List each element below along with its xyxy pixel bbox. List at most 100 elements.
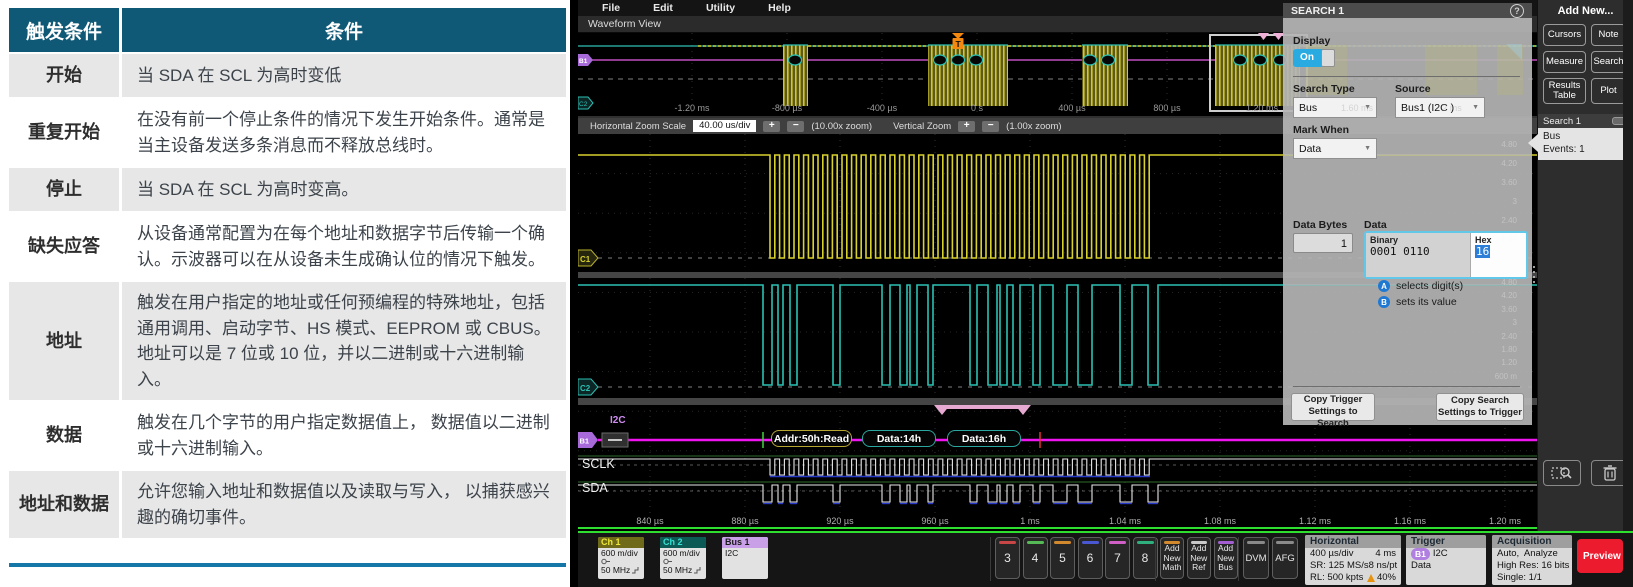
menu-utility[interactable]: Utility <box>706 2 735 14</box>
ghost-scale-label: 1.80 <box>1483 235 1517 244</box>
v-zoom-plus-button[interactable]: + <box>958 121 975 132</box>
add-search-button[interactable]: Search <box>1591 51 1626 73</box>
search1-result-events: Events: 1 <box>1543 143 1628 156</box>
trigger-settings-panel[interactable]: Trigger B1I2C Data <box>1406 535 1486 585</box>
binary-section[interactable]: Binary 0001 0110 <box>1366 233 1470 277</box>
h-zoom-plus-button[interactable]: + <box>763 121 780 132</box>
add-plot-button[interactable]: Plot <box>1591 78 1626 104</box>
search-panel-header[interactable]: SEARCH 1 ? <box>1283 3 1532 18</box>
display-toggle[interactable]: On <box>1293 49 1335 67</box>
condition-cell: 当 SDA 在 SCL 为高时变高。 <box>122 168 566 211</box>
ghost-scale-label: 4.20 <box>1483 291 1517 300</box>
hex-value-field[interactable]: 16 <box>1475 245 1490 258</box>
table-row: 数据触发在几个字节的用户指定数据值上， 数据值以二进制或十六进制输入。 <box>9 402 566 469</box>
i2c-decode-data2: Data:16h <box>947 430 1021 447</box>
chevron-down-icon: ▼ <box>1472 104 1479 111</box>
channel-8-button[interactable]: 8 <box>1133 537 1158 579</box>
svg-text:T: T <box>956 39 962 49</box>
ghost-scale-label: 3.60 <box>1483 178 1517 187</box>
time-axis-label: 840 µs <box>636 516 663 526</box>
table-row: 开始当 SDA 在 SCL 为高时变低 <box>9 54 566 97</box>
add-new-ref-button[interactable]: Add New Ref <box>1187 537 1211 579</box>
channel-7-button[interactable]: 7 <box>1105 537 1130 579</box>
bus1-badge-card[interactable]: Bus 1 I2C <box>722 537 768 579</box>
acquisition-settings-panel[interactable]: Acquisition Auto, Analyze High Res: 16 b… <box>1492 535 1572 585</box>
source-dropdown[interactable]: Bus1 (I2C )▼ <box>1395 97 1485 118</box>
channel-6-button[interactable]: 6 <box>1078 537 1103 579</box>
channel-4-button[interactable]: 4 <box>1023 537 1048 579</box>
trigger-type-cell: 开始 <box>9 54 122 97</box>
copy-trigger-to-search-button[interactable]: Copy Trigger Settings to Search <box>1291 393 1375 421</box>
time-axis-label: 1.12 ms <box>1299 516 1331 526</box>
time-axis-label: 1.16 ms <box>1394 516 1426 526</box>
oscilloscope-app: FileEditUtilityHelp Waveform View TB1C2 … <box>570 0 1633 587</box>
channel-3-button[interactable]: 3 <box>995 537 1020 579</box>
settings-bar: Ch 1 600 m/div 50 MHz Ch 2 600 m/div 50 … <box>578 531 1633 587</box>
ch2-scale: 600 m/div <box>660 548 706 558</box>
copy-search-to-trigger-button[interactable]: Copy Search Settings to Trigger <box>1436 393 1524 421</box>
data-bytes-input[interactable]: 1 <box>1293 233 1353 253</box>
channel-color-stripe <box>999 541 1016 544</box>
bandwidth-icon <box>694 567 702 574</box>
table-row: 重复开始在没有前一个停止条件的情况下发生开始条件。通常是当主设备发送多条消息而不… <box>9 99 566 166</box>
vertical-zoom-label: Vertical Zoom <box>893 121 951 132</box>
afg-button[interactable]: AFG <box>1272 537 1298 579</box>
results-sidebar: Add New... Cursors Note Measure Search R… <box>1537 0 1633 531</box>
dvm-button[interactable]: DVM <box>1243 537 1269 579</box>
sclk-label: SCLK <box>582 457 615 471</box>
zoom-to-event-button[interactable] <box>1543 460 1581 486</box>
add-new-button-grid: Cursors Note Measure Search Results Tabl… <box>1538 22 1633 106</box>
h-zoom-minus-button[interactable]: − <box>787 121 804 132</box>
overview-time-label: -400 µs <box>867 103 897 113</box>
warning-icon <box>1367 574 1375 582</box>
ch2-badge[interactable]: Ch 2 600 m/div 50 MHz <box>660 537 706 579</box>
add-measure-button[interactable]: Measure <box>1543 51 1586 73</box>
horizontal-zoom-scale-value[interactable]: 40.00 us/div <box>693 120 756 132</box>
ch1-scale: 600 m/div <box>598 548 644 558</box>
search-type-value: Bus <box>1299 102 1317 114</box>
menu-edit[interactable]: Edit <box>653 2 673 14</box>
svg-text:B1: B1 <box>579 58 588 65</box>
add-new-bus-button[interactable]: Add New Bus <box>1214 537 1238 579</box>
horizontal-settings-panel[interactable]: Horizontal 400 µs/div4 ms SR: 125 MS/s8 … <box>1305 535 1401 585</box>
menu-help[interactable]: Help <box>768 2 791 14</box>
ghost-scale-label: 3.60 <box>1483 305 1517 314</box>
add-cursors-button[interactable]: Cursors <box>1543 24 1586 46</box>
data-label: Data <box>1364 219 1387 231</box>
search1-section-header[interactable]: Search 1 <box>1538 114 1633 128</box>
ch1-bandwidth: 50 MHz <box>601 565 630 575</box>
bandwidth-icon <box>632 567 640 574</box>
binary-value-field[interactable]: 0001 0110 <box>1370 245 1466 258</box>
v-zoom-minus-button[interactable]: − <box>982 121 999 132</box>
probe-icon <box>663 558 673 565</box>
ch1-badge[interactable]: Ch 1 600 m/div 50 MHz <box>598 537 644 579</box>
channel-color-stripe <box>1137 541 1154 544</box>
mark-when-dropdown[interactable]: Data▼ <box>1293 138 1377 159</box>
add-new-math-button[interactable]: Add New Math <box>1160 537 1184 579</box>
channel-color-stripe <box>1082 541 1099 544</box>
ghost-scale-label: 4.20 <box>1483 159 1517 168</box>
channel-5-button[interactable]: 5 <box>1050 537 1075 579</box>
ch1-badge-title: Ch 1 <box>598 537 644 548</box>
mark-when-value: Data <box>1299 143 1321 155</box>
time-axis: 840 µs880 µs920 µs960 µs1 ms1.04 ms1.08 … <box>578 516 1537 529</box>
menu-file[interactable]: File <box>602 2 620 14</box>
preview-button[interactable]: Preview <box>1577 539 1623 573</box>
trigger-type-cell: 停止 <box>9 168 122 211</box>
overview-time-label: 1.20 ms <box>1246 103 1278 113</box>
condition-cell: 触发在用户指定的地址或任何预编程的特殊地址，包括通用调用、启动字节、HS 模式、… <box>122 282 566 400</box>
overview-time-label: -1.20 ms <box>674 103 709 113</box>
bus1-type: I2C <box>722 548 768 558</box>
toggle-knob[interactable] <box>1321 49 1335 67</box>
help-icon[interactable]: ? <box>1510 4 1524 18</box>
trigger-type-cell: 重复开始 <box>9 99 122 166</box>
search1-result-item[interactable]: Bus Events: 1 <box>1538 128 1633 160</box>
add-note-button[interactable]: Note <box>1591 24 1626 46</box>
display-label: Display <box>1293 35 1330 47</box>
search-panel-pointer <box>1528 134 1538 152</box>
search-panel-body: Display On Search Type Bus▼ Source Bus1 … <box>1283 18 1532 425</box>
add-results-table-button[interactable]: Results Table <box>1543 78 1586 104</box>
channel-color-stripe <box>1027 541 1044 544</box>
svg-text:C2: C2 <box>580 384 591 393</box>
search-tools <box>1538 460 1633 486</box>
